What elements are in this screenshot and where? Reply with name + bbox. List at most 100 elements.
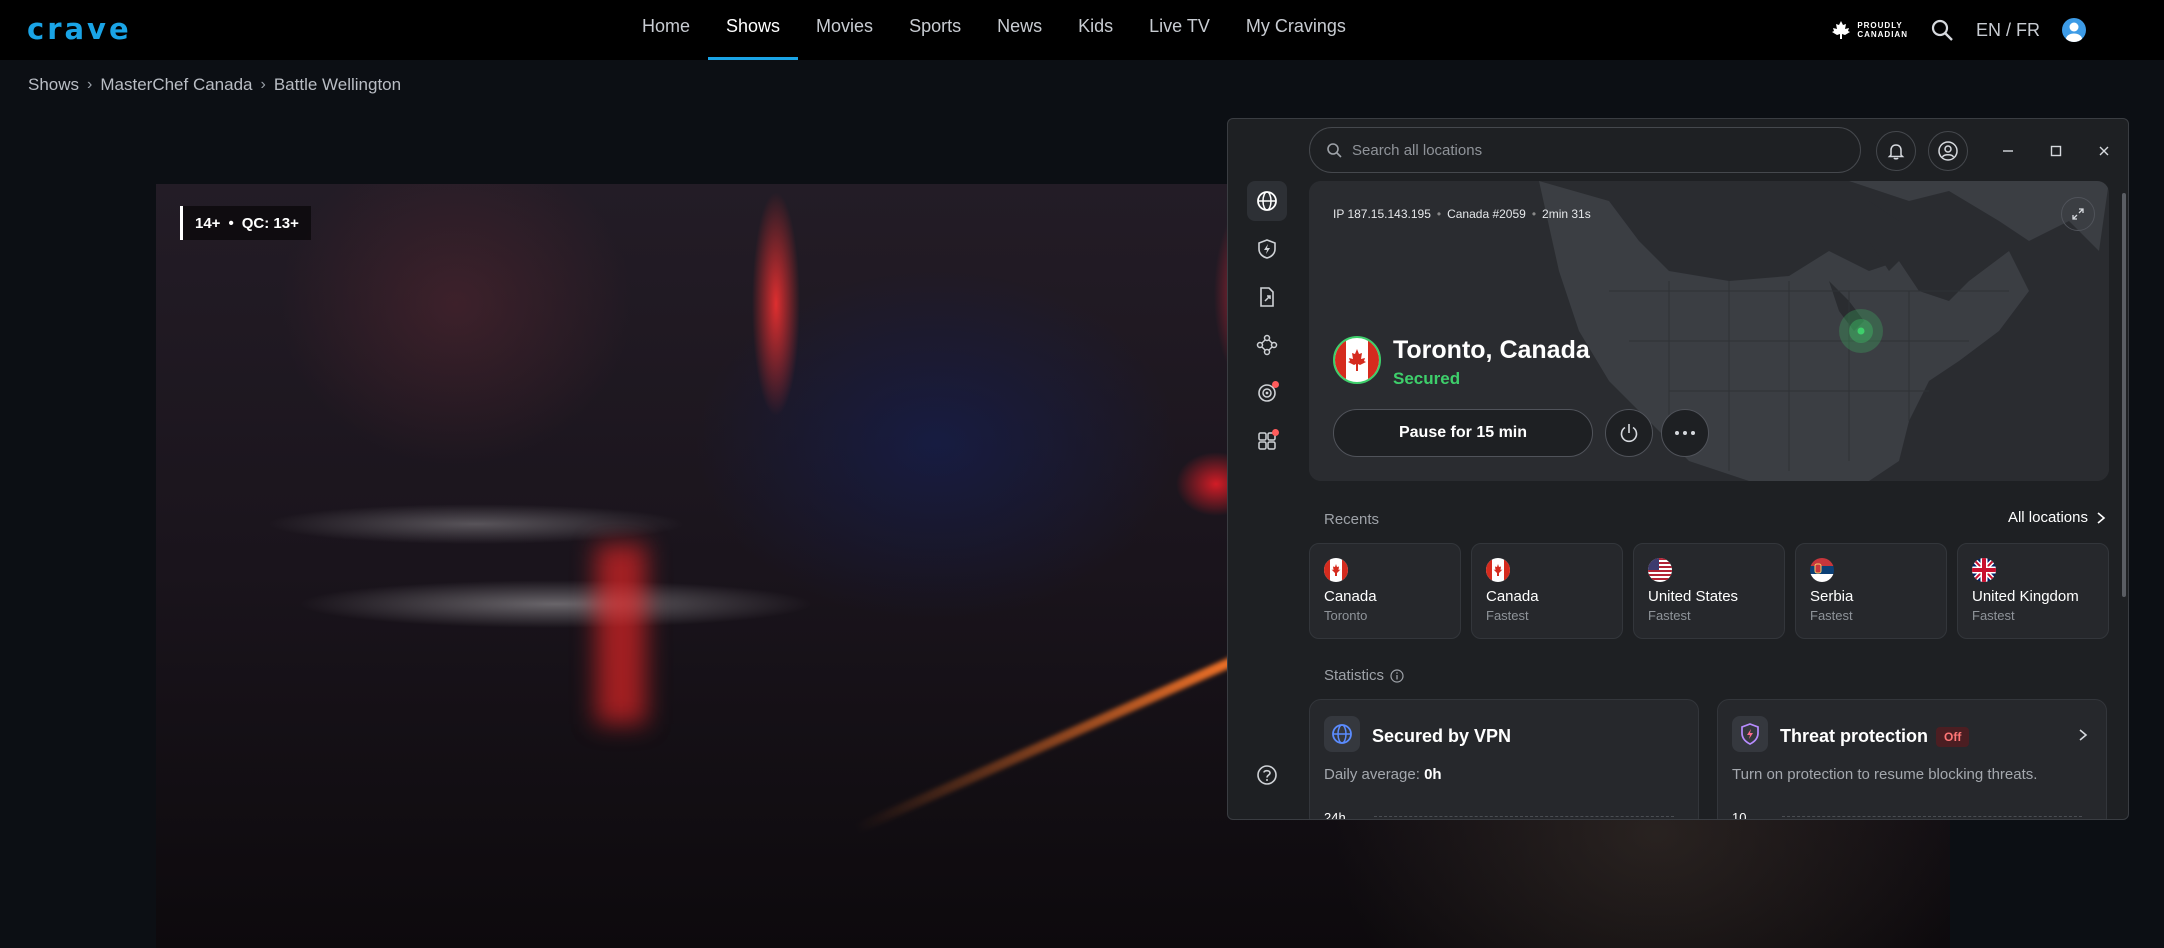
nav-sports[interactable]: Sports <box>891 0 979 60</box>
expand-icon <box>2072 208 2084 220</box>
breadcrumb: Shows › MasterChef Canada › Battle Welli… <box>28 75 401 95</box>
more-options-button[interactable] <box>1661 409 1709 457</box>
language-toggle[interactable]: EN / FR <box>1976 20 2040 41</box>
chevron-right-icon: › <box>260 76 266 93</box>
canada-flag-icon <box>1324 558 1348 582</box>
search-icon[interactable] <box>1930 18 1954 42</box>
threat-protection-card[interactable]: Threat protection Off Turn on protection … <box>1717 699 2107 820</box>
connection-map-card: IP 187.15.143.195 • Canada #2059 • 2min … <box>1309 181 2109 481</box>
disconnect-button[interactable] <box>1605 409 1653 457</box>
location-search[interactable] <box>1309 127 1861 173</box>
qc-rating-value: QC: 13+ <box>241 214 299 232</box>
top-navigation: crave Home Shows Movies Sports News Kids… <box>0 0 2164 60</box>
shield-icon <box>1732 716 1768 752</box>
recent-country: United Kingdom <box>1972 588 2079 605</box>
recent-location-card[interactable]: United Kingdom Fastest <box>1957 543 2109 639</box>
account-icon <box>1938 141 1958 161</box>
breadcrumb-shows[interactable]: Shows <box>28 75 79 95</box>
connection-status: Secured <box>1393 369 1461 388</box>
recent-sub: Fastest <box>1648 608 1691 623</box>
globe-icon <box>1257 191 1277 211</box>
threat-protection-title: Threat protection <box>1780 726 1929 746</box>
stat-threat-chart-gridline <box>1782 816 2082 817</box>
ip-address: IP 187.15.143.195 <box>1333 207 1431 221</box>
notifications-button[interactable] <box>1876 131 1916 171</box>
recent-sub: Fastest <box>1972 608 2015 623</box>
nav-shows[interactable]: Shows <box>708 0 799 60</box>
all-locations-link[interactable]: All locations <box>2008 509 2106 526</box>
connection-duration: 2min 31s <box>1542 207 1591 221</box>
server-name: Canada #2059 <box>1447 207 1526 221</box>
statistics-label: Statistics <box>1324 667 1404 684</box>
maximize-button[interactable] <box>2042 137 2070 165</box>
rating-separator: • <box>228 214 234 232</box>
rail-threat-protection-button[interactable] <box>1247 229 1287 269</box>
rail-help-button[interactable] <box>1247 755 1287 795</box>
nav-movies[interactable]: Movies <box>798 0 891 60</box>
bell-icon <box>1887 144 1905 160</box>
recents-label: Recents <box>1324 511 1380 528</box>
stat-vpn-chart-label: 24h <box>1324 810 1346 820</box>
close-button[interactable] <box>2090 137 2118 165</box>
stat-vpn-desc: Daily average: 0h <box>1324 766 1442 783</box>
proudly-canadian-badge: PROUDLY CANADIAN <box>1831 21 1908 39</box>
rail-meshnet-button[interactable] <box>1247 325 1287 365</box>
globe-icon <box>1324 716 1360 752</box>
user-avatar-icon[interactable] <box>2062 18 2086 42</box>
canadian-text: CANADIAN <box>1857 30 1908 39</box>
recent-location-card[interactable]: Canada Fastest <box>1471 543 1623 639</box>
status-badge: Off <box>1936 727 1970 748</box>
recent-country: Canada <box>1324 588 1377 605</box>
account-button[interactable] <box>1928 131 1968 171</box>
shield-bolt-icon <box>1258 239 1276 259</box>
rail-globe-button[interactable] <box>1247 181 1287 221</box>
nav-kids[interactable]: Kids <box>1060 0 1131 60</box>
stat-threat-title: Threat protection Off <box>1780 726 1970 748</box>
nav-live-tv[interactable]: Live TV <box>1131 0 1228 60</box>
info-icon[interactable] <box>1390 668 1404 683</box>
nav-links: Home Shows Movies Sports News Kids Live … <box>624 0 1364 60</box>
close-icon <box>2099 146 2109 156</box>
breadcrumb-series[interactable]: MasterChef Canada <box>100 75 252 95</box>
rail-apps-button[interactable] <box>1247 421 1287 461</box>
rating-value: 14+ <box>195 214 221 232</box>
crave-logo[interactable]: crave <box>27 12 132 46</box>
power-icon <box>1620 424 1638 443</box>
nav-news[interactable]: News <box>979 0 1060 60</box>
chevron-right-icon[interactable] <box>2078 728 2088 742</box>
video-frame-highlight <box>596 544 646 724</box>
vpn-side-rail <box>1228 179 1306 819</box>
nav-my-cravings[interactable]: My Cravings <box>1228 0 1364 60</box>
pause-button[interactable]: Pause for 15 min <box>1333 409 1593 457</box>
daily-average-label: Daily average: <box>1324 766 1420 783</box>
notification-dot <box>1272 381 1279 388</box>
recent-country: Serbia <box>1810 588 1854 605</box>
canada-flag-icon <box>1486 558 1510 582</box>
help-icon <box>1257 765 1277 785</box>
stat-threat-chart-label: 10 <box>1732 810 1747 820</box>
secured-by-vpn-card[interactable]: Secured by VPN Daily average: 0h 24h <box>1309 699 1699 820</box>
expand-map-button[interactable] <box>2061 197 2095 231</box>
stat-threat-desc: Turn on protection to resume blocking th… <box>1732 766 2038 783</box>
minimize-button[interactable] <box>1994 137 2022 165</box>
nav-right: PROUDLY CANADIAN EN / FR <box>1831 0 2086 60</box>
separator-dot: • <box>1531 207 1537 221</box>
panel-scrollbar[interactable] <box>2122 193 2126 597</box>
more-horizontal-icon <box>1675 431 1695 435</box>
recent-location-card[interactable]: Canada Toronto <box>1309 543 1461 639</box>
recent-location-card[interactable]: Serbia Fastest <box>1795 543 1947 639</box>
nav-home[interactable]: Home <box>624 0 708 60</box>
proudly-text: PROUDLY <box>1857 21 1903 30</box>
rail-dark-web-monitor-button[interactable] <box>1247 373 1287 413</box>
recent-country: United States <box>1648 588 1739 605</box>
rail-file-share-button[interactable] <box>1247 277 1287 317</box>
connection-info: IP 187.15.143.195 • Canada #2059 • 2min … <box>1333 207 1591 221</box>
serbia-flag-icon <box>1810 558 1834 582</box>
stat-vpn-chart-gridline <box>1374 816 1674 817</box>
recent-location-card[interactable]: United States Fastest <box>1633 543 1785 639</box>
all-locations-text: All locations <box>2007 509 2088 526</box>
content-rating-badge: 14+ • QC: 13+ <box>180 206 311 240</box>
search-input[interactable] <box>1352 141 1832 159</box>
meshnet-icon <box>1256 334 1278 356</box>
maximize-icon <box>2050 145 2062 157</box>
